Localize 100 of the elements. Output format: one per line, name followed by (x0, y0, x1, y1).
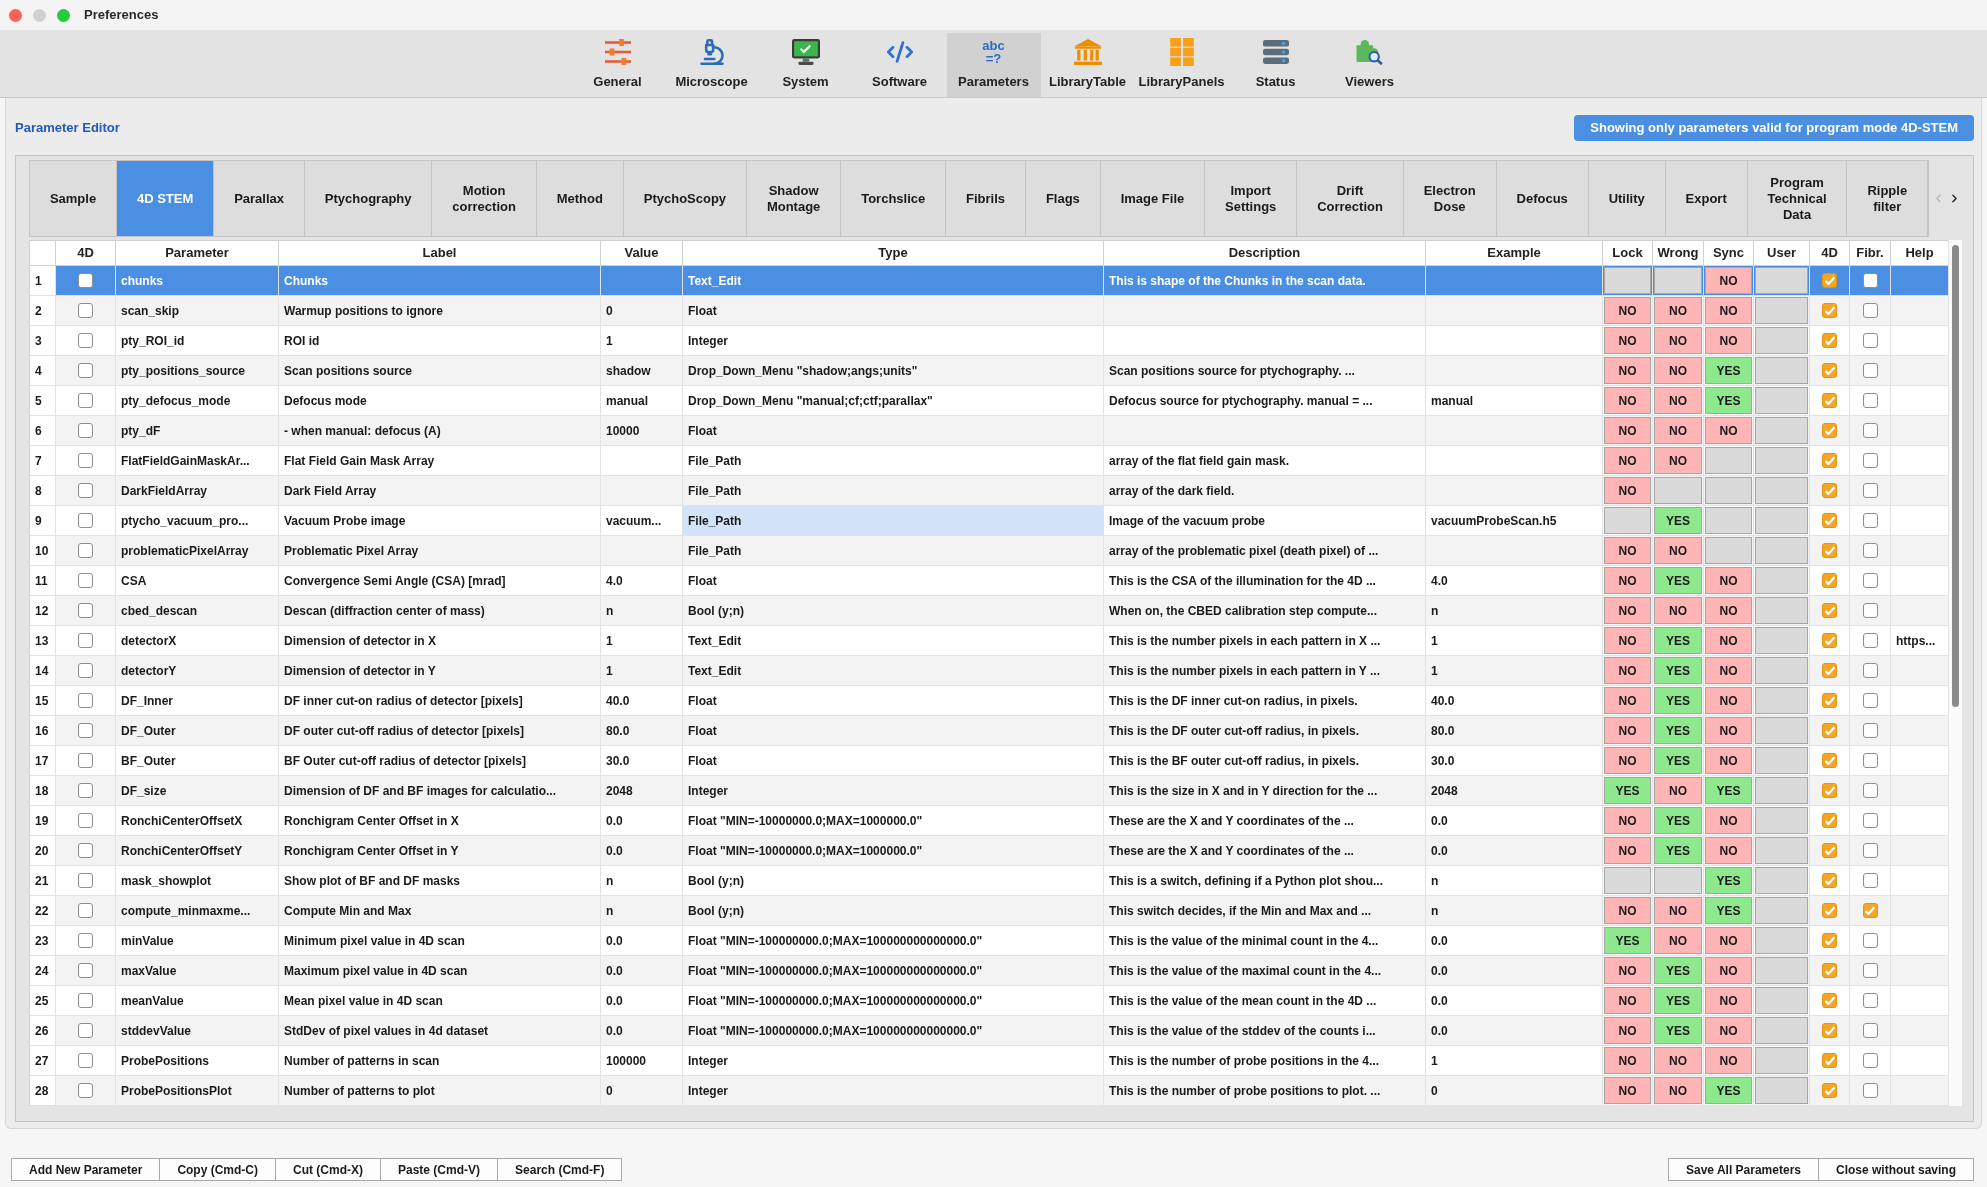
checkbox[interactable] (78, 273, 93, 288)
tab[interactable]: Utility (1588, 161, 1666, 236)
checkbox[interactable] (1822, 813, 1837, 828)
checkbox[interactable] (1862, 1053, 1878, 1068)
checkbox[interactable] (1822, 693, 1837, 708)
checkbox[interactable] (1822, 843, 1837, 858)
checkbox[interactable] (1862, 753, 1878, 768)
checkbox[interactable] (1862, 303, 1878, 318)
checkbox[interactable] (78, 333, 93, 348)
table-row[interactable]: 3 pty_ROI_id ROI id 1 Integer NO NO NO (30, 326, 1948, 356)
checkbox[interactable] (1862, 963, 1878, 978)
checkbox[interactable] (78, 1053, 93, 1068)
checkbox[interactable] (78, 663, 93, 678)
tab[interactable]: Motion correction (432, 161, 537, 236)
table-row[interactable]: 17 BF_Outer BF Outer cut-off radius of detector [pixels] 30.0 Float This is the BF outer cut-off radius, in pixels. 30.0 NO YES NO (30, 746, 1948, 776)
toolbar-tab[interactable]: LibraryPanels (1134, 33, 1229, 97)
table-row[interactable]: 15 DF_Inner DF inner cut-on radius of detector [pixels] 40.0 Float This is the DF inner cut-on radius, in pixels. 40.0 NO YES NO (30, 686, 1948, 716)
tab[interactable]: Program Technical Data (1747, 161, 1848, 236)
tab[interactable]: Ptychography (304, 161, 433, 236)
checkbox[interactable] (78, 813, 93, 828)
tab[interactable]: Image File (1100, 161, 1206, 236)
checkbox[interactable] (1862, 933, 1878, 948)
table-row[interactable]: 19 RonchiCenterOffsetX Ronchigram Center Offset in X 0.0 Float "MIN=-10000000.0;MAX=1000000.0" These are the X and Y coordinates of the ... 0.0 NO YES NO (30, 806, 1948, 836)
checkbox[interactable] (1822, 933, 1837, 948)
table-row[interactable]: 26 stddevValue StdDev of pixel values in 4d dataset 0.0 Float "MIN=-100000000.0;MAX=100000000000000.0" This is the value of the stddev of the counts i... 0.0 NO YES NO (30, 1016, 1948, 1046)
table-row[interactable]: 2 scan_skip Warmup positions to ignore 0 Float NO NO NO (30, 296, 1948, 326)
toolbar-tab[interactable]: abc =? Parameters (946, 33, 1041, 97)
table-row[interactable]: 11 CSA Convergence Semi Angle (CSA) [mrad] 4.0 Float This is the CSA of the illumination for the 4D ... 4.0 NO YES NO (30, 566, 1948, 596)
tab[interactable]: Electron Dose (1403, 161, 1497, 236)
tab[interactable]: Fibrils (946, 161, 1026, 236)
checkbox[interactable] (1862, 1083, 1878, 1098)
table-row[interactable]: 5 pty_defocus_mode Defocus mode manual Drop_Down_Menu "manual;cf;ctf;parallax" Defocus source for ptychography. manual = ... manual NO NO YES (30, 386, 1948, 416)
checkbox[interactable] (1862, 663, 1878, 678)
tab[interactable]: Import Settings (1205, 161, 1298, 236)
checkbox[interactable] (1862, 783, 1878, 798)
checkbox[interactable] (78, 543, 93, 558)
checkbox[interactable] (1862, 723, 1878, 738)
checkbox[interactable] (78, 873, 93, 888)
tab[interactable]: Export (1665, 161, 1748, 236)
checkbox[interactable] (1822, 453, 1837, 468)
tab[interactable]: Drift Correction (1297, 161, 1404, 236)
table-row[interactable]: 8 DarkFieldArray Dark Field Array File_Path array of the dark field. NO (30, 476, 1948, 506)
checkbox[interactable] (1822, 633, 1837, 648)
table-row[interactable]: 24 maxValue Maximum pixel value in 4D scan 0.0 Float "MIN=-100000000.0;MAX=100000000000000.0" This is the value of the maximal count in the 4... 0.0 NO YES NO (30, 956, 1948, 986)
checkbox[interactable] (1862, 603, 1878, 618)
tab[interactable]: Shadow Montage (747, 161, 842, 236)
checkbox[interactable] (1822, 363, 1837, 378)
table-row[interactable]: 6 pty_dF - when manual: defocus (A) 10000 Float NO NO NO (30, 416, 1948, 446)
action-button[interactable]: Add New Parameter (11, 1158, 161, 1181)
scrollbar-thumb[interactable] (1952, 245, 1959, 707)
action-button[interactable]: Close without saving (1818, 1158, 1974, 1181)
checkbox[interactable] (1862, 903, 1878, 918)
checkbox[interactable] (1822, 573, 1837, 588)
checkbox[interactable] (1862, 633, 1878, 648)
tab[interactable]: Sample (30, 161, 118, 236)
checkbox[interactable] (1822, 1023, 1837, 1038)
checkbox[interactable] (1862, 333, 1878, 348)
checkbox[interactable] (1822, 543, 1837, 558)
checkbox[interactable] (78, 303, 93, 318)
checkbox[interactable] (1822, 753, 1837, 768)
checkbox[interactable] (1822, 963, 1837, 978)
tab[interactable]: Torchslice (841, 161, 947, 236)
close-icon[interactable] (9, 8, 22, 22)
table-row[interactable]: 27 ProbePositions Number of patterns in scan 100000 Integer This is the number of probe positions in the 4... 1 NO NO NO (30, 1046, 1948, 1076)
toolbar-tab[interactable]: Microscope (664, 33, 759, 97)
table-row[interactable]: 18 DF_size Dimension of DF and BF images for calculatio... 2048 Integer This is the size in X and in Y direction for the ... 2048 YES NO YES (30, 776, 1948, 806)
checkbox[interactable] (1822, 303, 1837, 318)
checkbox[interactable] (1862, 363, 1878, 378)
checkbox[interactable] (1822, 423, 1837, 438)
toolbar-tab[interactable]: General (570, 33, 665, 97)
checkbox[interactable] (78, 963, 93, 978)
checkbox[interactable] (1822, 1053, 1837, 1068)
checkbox[interactable] (78, 453, 93, 468)
table-row[interactable]: 21 mask_showplot Show plot of BF and DF masks n Bool (y;n) This is a switch, defining if a Python plot shou... n YES (30, 866, 1948, 896)
checkbox[interactable] (78, 573, 93, 588)
table-row[interactable]: 13 detectorX Dimension of detector in X 1 Text_Edit This is the number pixels in each pattern in X ... 1 NO YES NO https... (30, 626, 1948, 656)
checkbox[interactable] (1862, 1023, 1878, 1038)
checkbox[interactable] (1862, 993, 1878, 1008)
tab[interactable]: Parallax (214, 161, 305, 236)
checkbox[interactable] (1822, 1083, 1837, 1098)
checkbox[interactable] (1822, 993, 1837, 1008)
checkbox[interactable] (1822, 873, 1837, 888)
checkbox[interactable] (78, 903, 93, 918)
checkbox[interactable] (1862, 513, 1878, 528)
table-row[interactable]: 4 pty_positions_source Scan positions source shadow Drop_Down_Menu "shadow;angs;units" Scan positions source for ptychography. ... NO NO YES (30, 356, 1948, 386)
checkbox[interactable] (1862, 453, 1878, 468)
checkbox[interactable] (1822, 903, 1837, 918)
action-button[interactable]: Paste (Cmd-V) (380, 1158, 499, 1181)
table-row[interactable]: 23 minValue Minimum pixel value in 4D scan 0.0 Float "MIN=-100000000.0;MAX=100000000000000.0" This is the value of the minimal count in the 4... 0.0 YES NO NO (30, 926, 1948, 956)
toolbar-tab[interactable]: System (758, 33, 853, 97)
checkbox[interactable] (78, 993, 93, 1008)
table-row[interactable]: 20 RonchiCenterOffsetY Ronchigram Center Offset in Y 0.0 Float "MIN=-10000000.0;MAX=1000000.0" These are the X and Y coordinates of the ... 0.0 NO YES NO (30, 836, 1948, 866)
checkbox[interactable] (78, 1083, 93, 1098)
table-row[interactable]: 12 cbed_descan Descan (diffraction center of mass) n Bool (y;n) When on, the CBED calibration step compute... n NO NO NO (30, 596, 1948, 626)
checkbox[interactable] (1822, 723, 1837, 738)
zoom-icon[interactable] (57, 8, 70, 22)
action-button[interactable]: Search (Cmd-F) (497, 1158, 623, 1181)
tab[interactable]: Ripple filter (1847, 161, 1929, 236)
checkbox[interactable] (78, 483, 93, 498)
table-row[interactable]: 14 detectorY Dimension of detector in Y 1 Text_Edit This is the number pixels in each pattern in Y ... 1 NO YES NO (30, 656, 1948, 686)
